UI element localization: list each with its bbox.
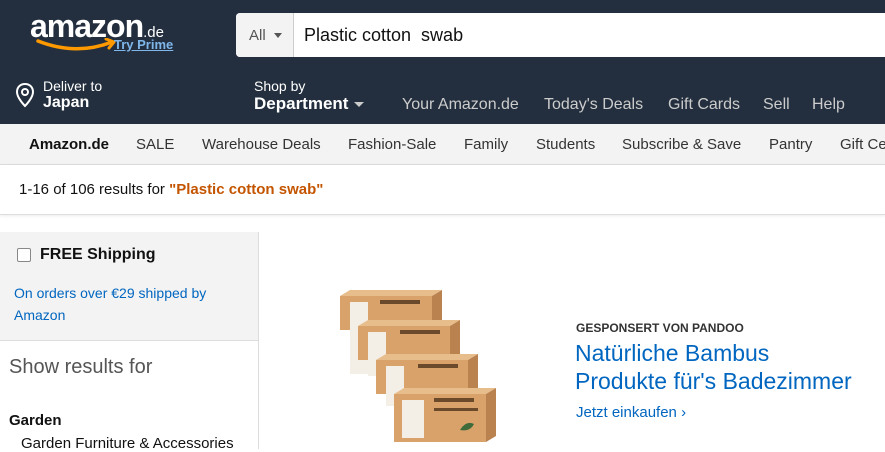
shop-by-department-menu[interactable]: Shop by Department bbox=[254, 78, 365, 114]
results-summary-bar: 1-16 of 106 results for "Plastic cotton … bbox=[0, 165, 885, 215]
subnav-warehouse-deals[interactable]: Warehouse Deals bbox=[202, 136, 321, 153]
deliver-to-label: Deliver to bbox=[43, 78, 103, 94]
chevron-down-icon bbox=[354, 102, 365, 108]
subnav-students[interactable]: Students bbox=[536, 136, 595, 153]
subnav-fashion-sale[interactable]: Fashion-Sale bbox=[348, 136, 436, 153]
ad-headline-line2[interactable]: Produkte für's Badezimmer bbox=[575, 368, 852, 395]
subnav-sale[interactable]: SALE bbox=[136, 136, 174, 153]
shop-by-label: Shop by bbox=[254, 78, 306, 94]
free-shipping-checkbox[interactable] bbox=[17, 248, 31, 262]
subnav-amazon-de[interactable]: Amazon.de bbox=[29, 136, 109, 153]
subnav-pantry[interactable]: Pantry bbox=[769, 136, 812, 153]
results-query: "Plastic cotton swab" bbox=[169, 181, 324, 198]
nav-help[interactable]: Help bbox=[812, 96, 845, 114]
search-input[interactable] bbox=[304, 13, 884, 57]
logo-smile-icon bbox=[36, 38, 116, 51]
chevron-right-icon: › bbox=[681, 404, 687, 421]
search-category-label: All bbox=[249, 27, 266, 44]
free-shipping-label[interactable]: FREE Shipping bbox=[40, 246, 156, 264]
free-shipping-filter: FREE Shipping On orders over €29 shipped… bbox=[0, 232, 258, 341]
search-bar: All bbox=[236, 13, 885, 57]
amazon-logo[interactable]: amazon.de Try Prime bbox=[30, 10, 173, 52]
shipping-note-link[interactable]: On orders over €29 shipped by Amazon bbox=[14, 282, 244, 326]
ad-headline-line1[interactable]: Natürliche Bambus bbox=[575, 340, 769, 367]
subnav-family[interactable]: Family bbox=[464, 136, 508, 153]
chevron-down-icon bbox=[274, 33, 282, 38]
nav-your-amazon[interactable]: Your Amazon.de bbox=[402, 96, 519, 114]
location-pin-icon bbox=[15, 82, 35, 108]
department-label: Department bbox=[254, 94, 349, 113]
nav-sell[interactable]: Sell bbox=[763, 96, 790, 114]
nav-gift-cards[interactable]: Gift Cards bbox=[668, 96, 740, 114]
ad-shop-now-link[interactable]: Jetzt einkaufen › bbox=[576, 404, 686, 421]
subcategory-garden-furniture[interactable]: Garden Furniture & Accessories bbox=[21, 435, 234, 452]
ad-product-image[interactable] bbox=[330, 290, 510, 450]
sub-navigation: Amazon.de SALE Warehouse Deals Fashion-S… bbox=[0, 124, 885, 165]
show-results-heading: Show results for bbox=[9, 356, 153, 378]
subnav-gift-cards[interactable]: Gift Ce bbox=[840, 136, 885, 153]
search-category-dropdown[interactable]: All bbox=[236, 13, 294, 57]
deliver-country: Japan bbox=[43, 94, 90, 111]
subnav-subscribe-save[interactable]: Subscribe & Save bbox=[622, 136, 741, 153]
department-label-row: Department bbox=[254, 94, 365, 114]
category-garden[interactable]: Garden bbox=[9, 412, 62, 429]
nav-todays-deals[interactable]: Today's Deals bbox=[544, 96, 643, 114]
try-prime-link[interactable]: Try Prime bbox=[114, 37, 173, 52]
sponsored-label: GESPONSERT VON PANDOO bbox=[576, 321, 744, 335]
header-bar: amazon.de Try Prime All Deliver to Japan… bbox=[0, 0, 885, 124]
results-count-text: 1-16 of 106 results for bbox=[19, 181, 170, 198]
ad-cta-label: Jetzt einkaufen bbox=[576, 404, 677, 421]
filter-sidebar: FREE Shipping On orders over €29 shipped… bbox=[0, 232, 259, 452]
results-count: 1-16 of 106 results for "Plastic cotton … bbox=[19, 181, 323, 198]
